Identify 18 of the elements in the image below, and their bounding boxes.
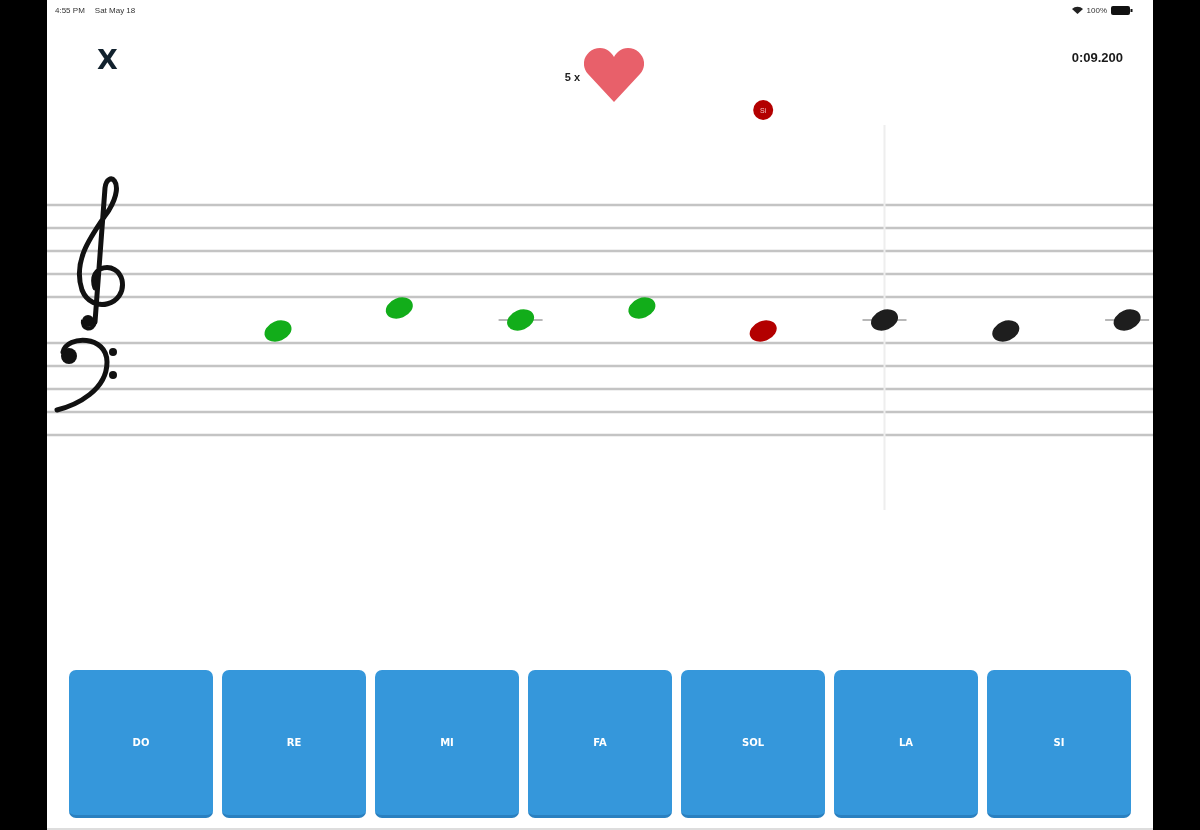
bass-clef-icon — [54, 337, 117, 413]
battery-icon — [1111, 5, 1133, 15]
wifi-icon — [1071, 6, 1083, 14]
close-button[interactable]: X — [97, 46, 118, 73]
lives-count: 5 x — [564, 71, 581, 83]
note-answer-button[interactable]: RE — [222, 670, 366, 818]
timer: 0:09.200 — [1071, 50, 1123, 65]
treble-clef-icon — [76, 176, 125, 331]
note-answer-button[interactable]: MI — [375, 670, 519, 818]
note-answer-button[interactable]: LA — [834, 670, 978, 818]
status-date: Sat May 18 — [94, 5, 136, 15]
note-answer-button[interactable]: FA — [528, 670, 672, 818]
note-answer-button[interactable]: SOL — [681, 670, 825, 818]
note-answer-button[interactable]: DO — [69, 670, 213, 818]
note-answer-button[interactable]: SI — [987, 670, 1131, 818]
status-time: 4:55 PM — [55, 5, 85, 15]
heart-icon — [584, 48, 645, 102]
battery-percent: 100% — [1086, 5, 1107, 15]
